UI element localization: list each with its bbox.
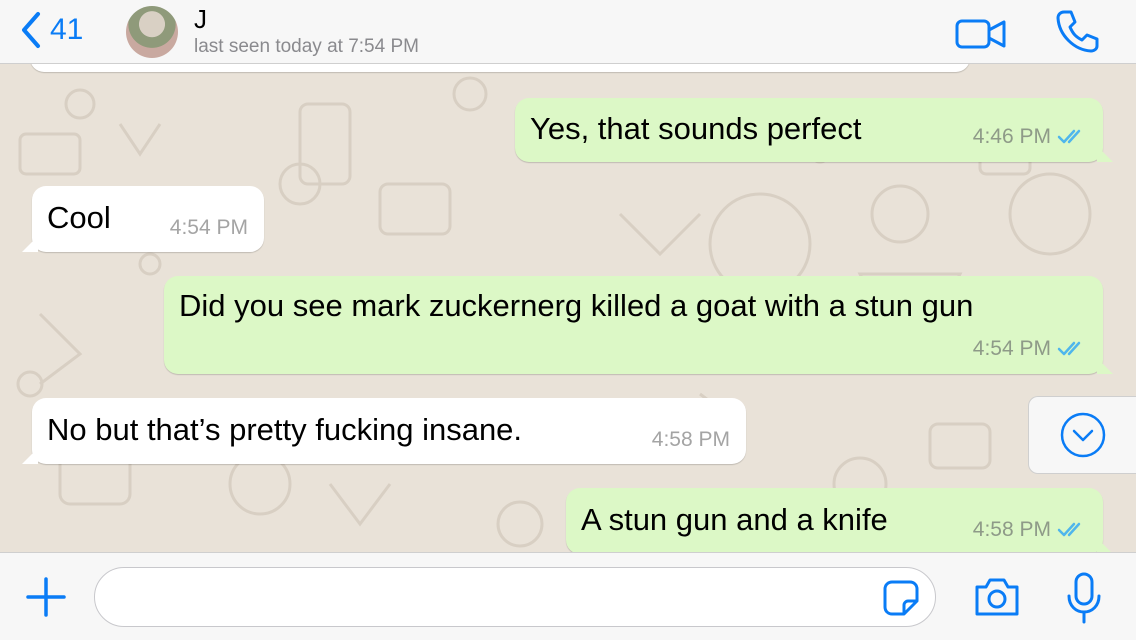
message-time: 4:54 PM	[972, 337, 1051, 360]
video-call-icon[interactable]	[954, 16, 1008, 52]
message-time: 4:58 PM	[651, 428, 730, 451]
message-time: 4:54 PM	[169, 216, 248, 239]
read-ticks-icon	[1057, 129, 1081, 144]
previous-message-edge	[30, 64, 970, 72]
chevron-down-circle-icon	[1060, 412, 1105, 458]
message-meta: 4:58 PM	[973, 518, 1087, 542]
message-bubble-incoming[interactable]: Cool 4:54 PM	[22, 186, 264, 252]
message-time: 4:46 PM	[972, 125, 1051, 148]
sticker-icon[interactable]	[882, 579, 920, 617]
message-text: A stun gun and a knife	[581, 502, 888, 537]
bubble-tail	[1097, 146, 1113, 162]
message-bubble-outgoing[interactable]: Did you see mark zuckernerg killed a goa…	[164, 276, 1113, 374]
chevron-left-icon	[22, 12, 40, 48]
read-ticks-icon	[1057, 522, 1081, 537]
phone-icon[interactable]	[1054, 8, 1100, 54]
message-text: Cool	[47, 200, 111, 235]
message-meta: 4:46 PM	[973, 125, 1087, 149]
camera-icon[interactable]	[972, 575, 1022, 619]
plus-icon[interactable]	[24, 575, 68, 619]
bubble-tail	[22, 236, 38, 252]
read-ticks-icon	[1057, 341, 1081, 356]
message-text: No but that’s pretty fucking insane.	[47, 412, 523, 447]
message-text: Yes, that sounds perfect	[530, 111, 862, 146]
microphone-icon[interactable]	[1064, 571, 1104, 625]
back-button[interactable]: 41	[18, 8, 83, 52]
unread-count: 41	[50, 13, 84, 46]
bubble-tail	[1097, 538, 1113, 552]
message-meta: 4:54 PM	[170, 216, 248, 240]
message-bubble-incoming[interactable]: No but that’s pretty fucking insane. 4:5…	[22, 398, 746, 464]
message-input[interactable]	[94, 567, 936, 627]
message-meta: 4:54 PM	[973, 337, 1087, 361]
message-list[interactable]: Yes, that sounds perfect 4:46 PM Cool 4:…	[0, 64, 1136, 552]
message-meta: 4:58 PM	[652, 428, 730, 452]
scroll-to-bottom-button[interactable]	[1028, 396, 1136, 474]
message-text: Did you see mark zuckernerg killed a goa…	[179, 288, 974, 323]
chat-header: 41 J last seen today at 7:54 PM	[0, 0, 1136, 64]
message-time: 4:58 PM	[972, 518, 1051, 541]
message-bubble-outgoing[interactable]: Yes, that sounds perfect 4:46 PM	[515, 98, 1113, 162]
avatar[interactable]	[126, 6, 178, 58]
bubble-tail	[22, 448, 38, 464]
last-seen-status: last seen today at 7:54 PM	[194, 36, 419, 57]
message-bubble-outgoing[interactable]: A stun gun and a knife 4:58 PM	[566, 488, 1113, 552]
contact-name[interactable]: J	[194, 4, 207, 35]
composer-bar	[0, 552, 1136, 640]
bubble-tail	[1097, 358, 1113, 374]
